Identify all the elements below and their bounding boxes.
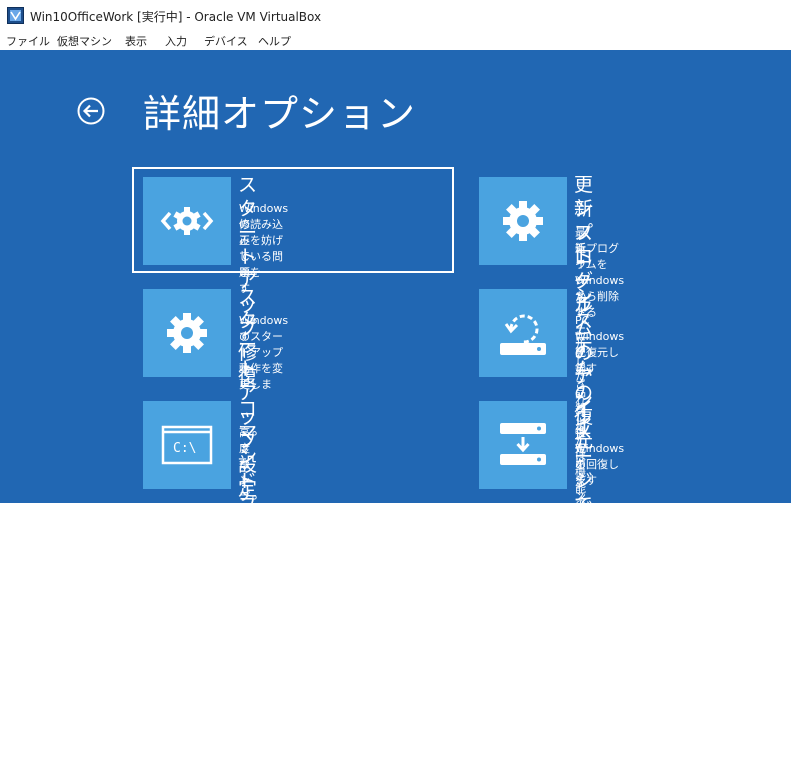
menu-help[interactable]: ヘルプ: [258, 33, 291, 49]
gear-icon: [167, 313, 207, 353]
option-desc-line: す: [239, 330, 250, 343]
system-image-recovery-icon: [500, 423, 546, 465]
option-tile: [143, 177, 231, 265]
option-tile: [143, 289, 231, 377]
virtualbox-icon: [7, 7, 24, 24]
option-tile: [479, 401, 567, 489]
menu-machine[interactable]: 仮想マシン: [57, 33, 112, 49]
option-tile: [479, 177, 567, 265]
startup-repair-icon: [160, 207, 214, 235]
gear-icon: [503, 201, 543, 241]
option-tile: [479, 289, 567, 377]
menu-file[interactable]: ファイル: [6, 33, 50, 49]
menu-view[interactable]: 表示: [125, 33, 147, 49]
page-title: 詳細オプション: [143, 92, 417, 136]
advanced-options-screen: 詳細オプション スタートアップ修復 Windows の読み込みを妨げている問題を…: [0, 50, 791, 775]
prompt-text: C:\: [173, 441, 196, 456]
window-titlebar: Win10OfficeWork [実行中] - Oracle VM Virtua…: [0, 0, 791, 30]
menu-input[interactable]: 入力: [165, 33, 187, 49]
option-desc-line: Windows を回復します: [575, 442, 625, 487]
menu-bar: ファイル 仮想マシン 表示 入力 デバイス ヘルプ: [0, 30, 791, 50]
option-desc-line: プロンプトを使います: [239, 442, 250, 599]
menu-devices[interactable]: デバイス: [204, 33, 248, 49]
system-restore-icon: [500, 314, 546, 355]
option-desc-line: Windows を復元します: [575, 330, 625, 375]
option-desc-line: Windows のスタートアップ動作を変更しま: [239, 314, 289, 391]
option-tile: C:\: [143, 401, 231, 489]
back-arrow-icon[interactable]: [77, 97, 105, 125]
window-title: Win10OfficeWork [実行中] - Oracle VM Virtua…: [30, 10, 322, 24]
command-prompt-icon: C:\: [161, 425, 213, 465]
